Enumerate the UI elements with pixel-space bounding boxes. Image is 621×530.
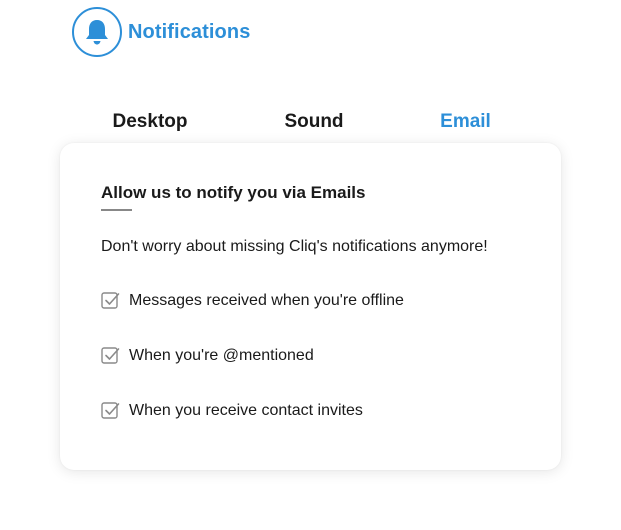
tab-sound[interactable]: Sound	[264, 96, 364, 148]
header: Notifications	[72, 7, 250, 57]
option-mentioned[interactable]: When you're @mentioned	[101, 346, 314, 365]
heading-underline	[101, 209, 132, 211]
option-contact-invites[interactable]: When you receive contact invites	[101, 401, 363, 420]
bell-icon-badge	[72, 7, 122, 57]
page-title: Notifications	[128, 20, 251, 43]
card-description: Don't worry about missing Cliq's notific…	[101, 238, 488, 255]
checkbox-checked-icon[interactable]	[101, 401, 120, 420]
tab-desktop[interactable]: Desktop	[96, 96, 204, 148]
option-label: Messages received when you're offline	[129, 291, 404, 309]
option-label: When you receive contact invites	[129, 401, 363, 419]
option-offline-messages[interactable]: Messages received when you're offline	[101, 291, 404, 310]
tab-bar: Desktop Sound Email	[96, 96, 536, 148]
checkbox-checked-icon[interactable]	[101, 346, 120, 365]
tab-email[interactable]: Email	[410, 96, 521, 148]
checkbox-checked-icon[interactable]	[101, 291, 120, 310]
option-label: When you're @mentioned	[129, 346, 314, 364]
email-settings-card: Allow us to notify you via Emails Don't …	[60, 143, 561, 470]
bell-icon	[86, 20, 108, 45]
card-heading: Allow us to notify you via Emails	[101, 183, 366, 202]
notifications-page: Notifications Desktop Sound Email Allow …	[0, 0, 621, 530]
